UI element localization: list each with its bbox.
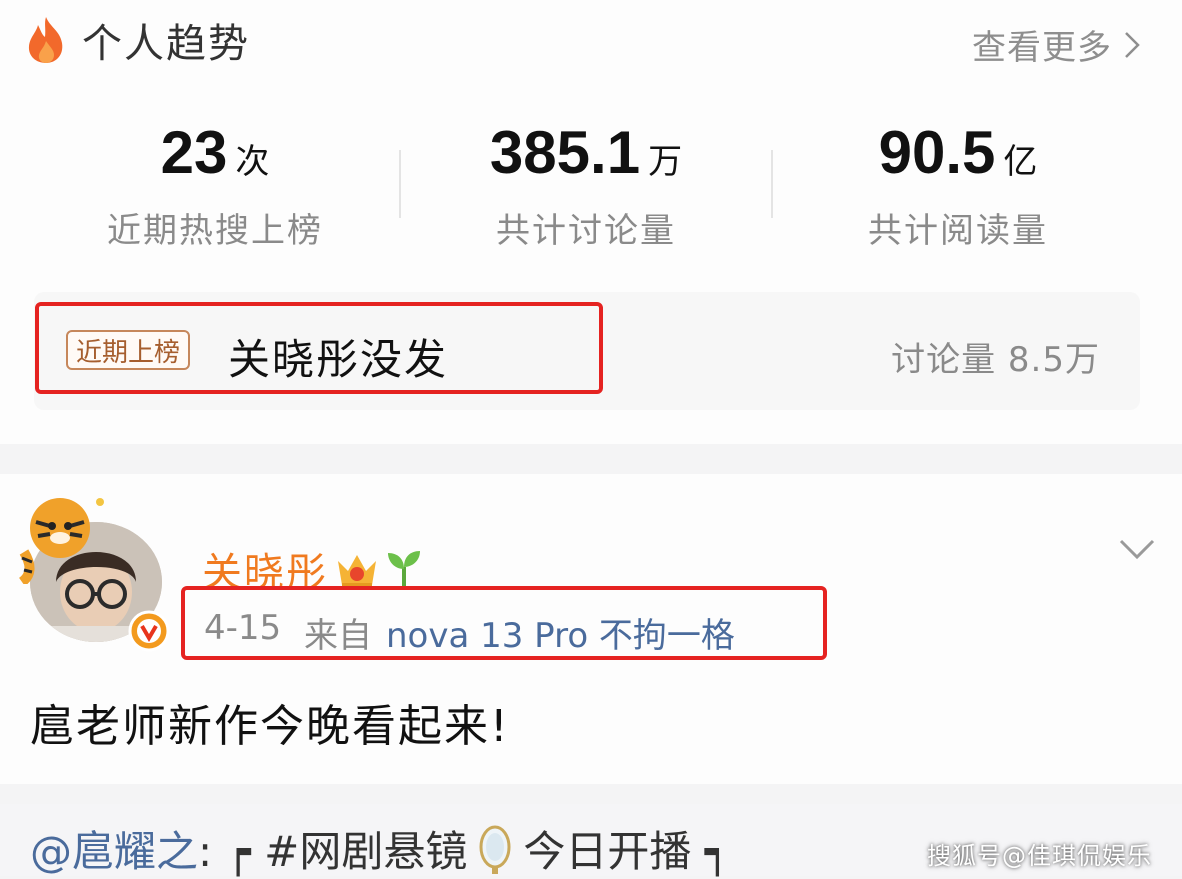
- sprout-icon: [388, 551, 420, 589]
- stat-divider: [399, 150, 401, 218]
- stat-unit: 次: [235, 142, 270, 182]
- crown-icon: [338, 555, 376, 588]
- stat-unit: 万: [648, 142, 683, 182]
- see-more-link[interactable]: 查看更多: [972, 20, 1142, 69]
- stat-discussion[interactable]: 385.1 万 共计讨论量: [396, 118, 776, 252]
- stat-label: 近期热搜上榜: [107, 211, 323, 251]
- stat-unit: 亿: [1003, 142, 1038, 182]
- avatar-group[interactable]: [16, 492, 170, 652]
- trend-header: 个人趋势: [24, 14, 250, 67]
- chevron-down-icon[interactable]: [1118, 536, 1156, 562]
- tiger-pendant-icon: [18, 498, 104, 584]
- see-more-label: 查看更多: [972, 28, 1112, 68]
- stat-label: 共计讨论量: [496, 211, 676, 251]
- mention-link[interactable]: @扈耀之: [30, 818, 198, 879]
- post-text: 扈老师新作今晚看起来!: [30, 701, 510, 752]
- recent-badge: 近期上榜: [66, 330, 191, 370]
- stat-value: 23: [160, 119, 228, 186]
- trend-title: 个人趋势: [82, 21, 250, 67]
- stat-value: 90.5: [878, 119, 996, 186]
- source-watermark: 搜狐号@佳琪侃娱乐: [927, 842, 1152, 870]
- stat-reads[interactable]: 90.5 亿 共计阅读量: [768, 118, 1148, 252]
- stat-value: 385.1: [489, 119, 641, 186]
- repost-text: @扈耀之 : ┍ #网剧悬镜 今日开播 ┑: [30, 818, 730, 879]
- post-source-prefix: 来自: [304, 616, 372, 656]
- post-date: 4-15: [204, 608, 282, 648]
- trend-stats: 23 次 近期热搜上榜 385.1 万 共计讨论量 90.5 亿 共计阅读量: [0, 118, 1182, 258]
- stat-label: 共计阅读量: [868, 211, 1048, 251]
- mirror-icon: [479, 825, 511, 874]
- repost-text-before: : ┍ #网剧悬镜: [198, 827, 468, 876]
- post-source-link[interactable]: nova 13 Pro 不拘一格: [386, 608, 735, 657]
- repost-text-after: 今日开播 ┑: [523, 827, 730, 876]
- chevron-right-icon: [1125, 31, 1140, 58]
- trend-topic[interactable]: 关晓彤没发: [228, 326, 448, 387]
- trend-discussion-count: 讨论量 8.5万: [891, 340, 1100, 380]
- flame-icon: [28, 17, 63, 63]
- stat-hot-search[interactable]: 23 次 近期热搜上榜: [25, 118, 405, 252]
- verified-badge-icon: [128, 610, 170, 652]
- stat-divider: [771, 150, 773, 218]
